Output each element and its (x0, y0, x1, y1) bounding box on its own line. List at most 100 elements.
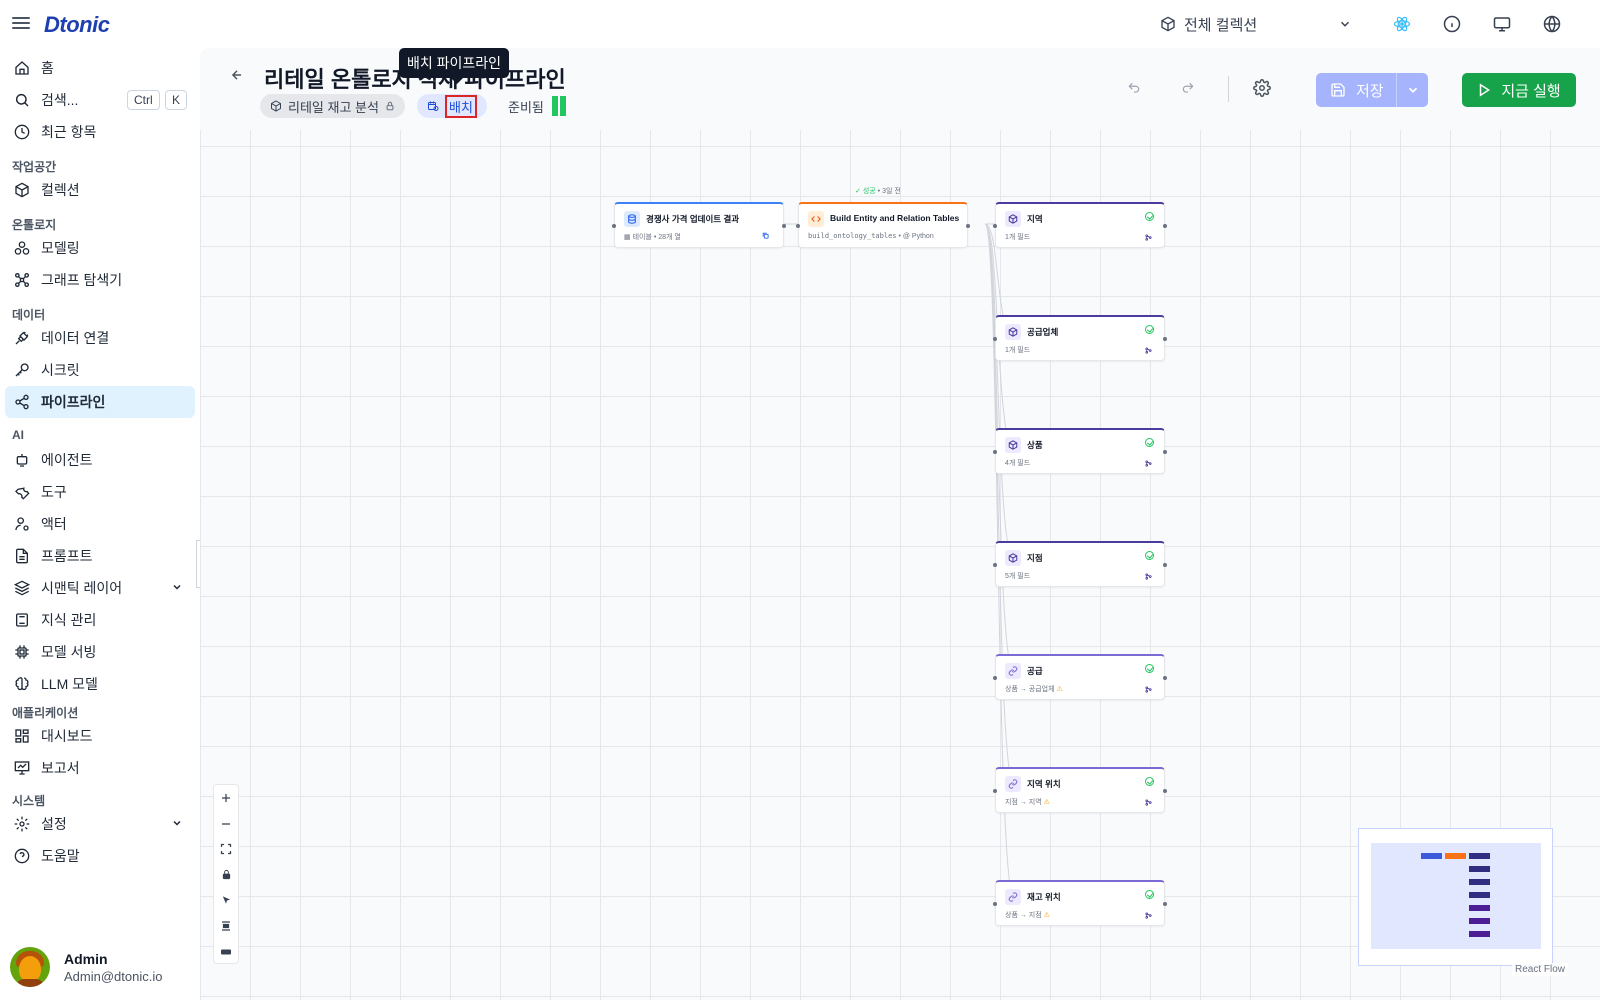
robot-icon (13, 451, 31, 469)
react-flow-attribution[interactable]: React Flow (1512, 963, 1569, 976)
run-status-state: 성공 (862, 188, 876, 195)
sidebar-item-data-connection[interactable]: 데이터 연결 (5, 322, 195, 354)
check-circle-icon (1145, 777, 1154, 786)
user-profile[interactable]: Admin Admin@dtonic.io (10, 945, 195, 989)
node-entity-store[interactable]: 지점 5개 필드 (993, 541, 1167, 587)
settings-button[interactable] (1250, 76, 1274, 100)
check-circle-icon (1145, 212, 1154, 221)
save-button[interactable]: 저장 (1316, 73, 1428, 107)
sidebar-item-secret[interactable]: 시크릿 (5, 354, 195, 386)
minus-icon (222, 822, 230, 825)
sidebar-item-label: 모델 서빙 (41, 644, 97, 660)
minimap-node (1469, 853, 1490, 859)
sidebar-item-help[interactable]: 도움말 (5, 840, 195, 872)
lock-button[interactable] (214, 862, 238, 888)
branch-icon (1145, 573, 1152, 580)
save-options-button[interactable] (1397, 83, 1428, 97)
clock-icon (13, 123, 31, 141)
branch-icon (1145, 460, 1152, 467)
sidebar-item-settings[interactable]: 설정 (5, 808, 195, 840)
node-entity-supplier[interactable]: 공급업체 1개 필드 (993, 315, 1167, 361)
help-icon (13, 847, 31, 865)
sidebar-item-semantic-layer[interactable]: 시맨틱 레이어 (5, 572, 195, 604)
sidebar-item-search[interactable]: 검색... Ctrl K (5, 84, 195, 116)
sidebar-item-prompt[interactable]: 프롬프트 (5, 540, 195, 572)
sidebar-item-label: 그래프 탐색기 (41, 272, 123, 288)
sidebar-item-pipeline[interactable]: 파이프라인 (5, 386, 195, 418)
graph-icon (13, 271, 31, 289)
align-icon (222, 921, 230, 931)
redo-button[interactable] (1176, 76, 1200, 100)
project-chip[interactable]: 리테일 재고 분석 (260, 94, 405, 118)
book-icon (13, 611, 31, 629)
sidebar-item-dashboard[interactable]: 대시보드 (5, 720, 195, 752)
sidebar-item-collection[interactable]: 컬렉션 (5, 174, 195, 206)
sidebar-item-tool[interactable]: 도구 (5, 476, 195, 508)
fit-view-icon (220, 844, 232, 855)
monitor-icon[interactable] (1491, 13, 1513, 35)
sidebar-item-label: 도움말 (41, 848, 80, 864)
menu-icon[interactable] (12, 14, 30, 32)
sidebar-item-graph-explorer[interactable]: 그래프 탐색기 (5, 264, 195, 296)
code-icon (808, 211, 824, 227)
sidebar-item-model-serving[interactable]: 모델 서빙 (5, 636, 195, 668)
node-subtitle-text: 상품 → 공급업체 (1005, 686, 1055, 693)
sidebar-item-label: 홈 (41, 60, 54, 76)
sidebar: 홈 검색... Ctrl K 최근 항목 작업공간 컬렉션 온톨로지 모델링 그… (0, 48, 200, 1000)
run-now-button[interactable]: 지금 실행 (1462, 73, 1576, 107)
select-mode-button[interactable] (214, 888, 238, 914)
fit-view-button[interactable] (214, 836, 238, 862)
node-relation-region-location[interactable]: 지역 위치 지점 → 지역 ⚠ (993, 767, 1167, 813)
node-title: 공급업체 (1027, 327, 1059, 337)
info-icon[interactable] (1441, 13, 1463, 35)
sidebar-item-label: 최근 항목 (41, 124, 97, 140)
section-workspace: 작업공간 (12, 160, 57, 174)
status-badge: 준비됨 (508, 96, 568, 116)
node-entity-region[interactable]: 지역 1개 필드 (993, 202, 1167, 248)
node-transform[interactable]: Build Entity and Relation Tables build_o… (796, 202, 970, 248)
app-logo[interactable]: Dtonic (44, 12, 110, 38)
node-source-table[interactable]: 경쟁사 가격 업데이트 결과 ▦ 테이블 • 28개 열 (612, 202, 786, 248)
check-circle-icon (1145, 890, 1154, 899)
minimap[interactable] (1358, 828, 1553, 966)
minimap-node (1469, 931, 1490, 937)
node-subtitle: ▦ 테이블 • 28개 열 (624, 232, 681, 242)
sidebar-item-actor[interactable]: 액터 (5, 508, 195, 540)
back-button[interactable] (230, 68, 244, 87)
wrench-icon (13, 483, 31, 501)
react-icon[interactable] (1391, 13, 1413, 35)
sidebar-item-report[interactable]: 보고서 (5, 752, 195, 784)
node-title: 상품 (1027, 440, 1043, 450)
sidebar-item-home[interactable]: 홈 (5, 52, 195, 84)
minimap-node (1469, 905, 1490, 911)
node-relation-supply[interactable]: 공급 상품 → 공급업체 ⚠ (993, 654, 1167, 700)
key-icon (13, 361, 31, 379)
batch-chip[interactable]: 배치 (417, 94, 487, 118)
align-button[interactable] (214, 913, 238, 939)
minimap-node (1469, 892, 1490, 898)
section-ai: AI (12, 428, 24, 442)
sidebar-item-modeling[interactable]: 모델링 (5, 232, 195, 264)
globe-icon[interactable] (1541, 13, 1563, 35)
zoom-in-button[interactable] (214, 785, 238, 811)
node-relation-stock-location[interactable]: 재고 위치 상품 → 지점 ⚠ (993, 880, 1167, 926)
check-circle-icon (1145, 551, 1154, 560)
minimap-node (1421, 853, 1442, 859)
undo-button[interactable] (1122, 76, 1146, 100)
sidebar-item-llm-model[interactable]: LLM 모델 (5, 668, 195, 700)
layout-button[interactable] (214, 939, 238, 965)
collection-select[interactable]: 전체 컬렉션 (1160, 10, 1360, 38)
node-title: 공급 (1027, 666, 1043, 676)
section-apps: 애플리케이션 (12, 706, 79, 720)
cube-icon (1161, 16, 1175, 32)
chevron-down-icon (173, 584, 181, 590)
zoom-out-button[interactable] (214, 811, 238, 837)
status-text: 준비됨 (508, 99, 544, 115)
tooltip: 배치 파이프라인 (399, 48, 510, 84)
sidebar-item-recent[interactable]: 최근 항목 (5, 116, 195, 148)
pipeline-canvas[interactable]: ✓ 성공 • 3일 전 경쟁사 가격 업데이트 결과 ▦ 테이블 • 28개 열… (200, 130, 1600, 1000)
minimap-node (1469, 879, 1490, 885)
sidebar-item-agent[interactable]: 에이전트 (5, 444, 195, 476)
node-entity-product[interactable]: 상품 4개 필드 (993, 428, 1167, 474)
sidebar-item-knowledge[interactable]: 지식 관리 (5, 604, 195, 636)
